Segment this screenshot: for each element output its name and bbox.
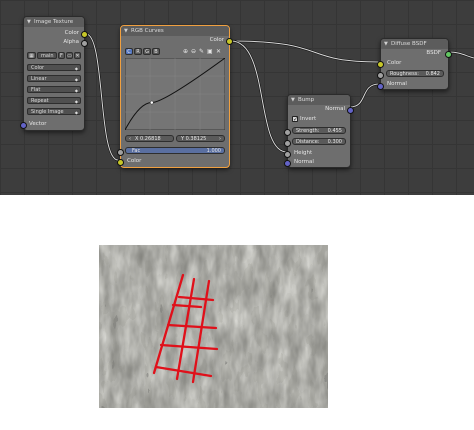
curve-graph[interactable]: [125, 58, 225, 130]
node-header[interactable]: ▼ RGB Curves: [121, 26, 229, 36]
input-color-socket[interactable]: [117, 159, 124, 166]
bump-texture-photo: [99, 245, 328, 408]
interpolation-select[interactable]: Linear ◆: [27, 75, 81, 82]
input-normal-label: Normal: [294, 159, 314, 165]
input-normal-socket[interactable]: [377, 83, 384, 90]
distance-field[interactable]: Distance: 0.300: [292, 138, 346, 145]
input-vector-socket[interactable]: [20, 122, 27, 129]
open-image-icon[interactable]: ▭: [66, 52, 73, 59]
color-space-select[interactable]: Color ◆: [27, 64, 81, 71]
bump-node[interactable]: ▼ Bump Normal ✓ Invert Strength: 0.455 Di…: [284, 94, 354, 168]
input-roughness-socket[interactable]: [377, 72, 384, 79]
node-title: Diffuse BSDF: [391, 41, 427, 47]
input-normal-socket[interactable]: [284, 160, 291, 167]
image-name-field[interactable]: main: [37, 52, 57, 59]
input-distance-socket[interactable]: [284, 140, 291, 147]
link-curves-color-to-diffuse-color: [230, 39, 380, 64]
output-color-socket[interactable]: [81, 31, 88, 38]
node-header[interactable]: ▼ Diffuse BSDF: [381, 39, 448, 49]
image-browse-icon[interactable]: ▦: [27, 52, 36, 59]
curve-y-field[interactable]: Y 0.38125 ›: [176, 135, 225, 142]
channel-b-button[interactable]: B: [152, 48, 160, 55]
output-color-label: Color: [64, 30, 79, 36]
projection-select[interactable]: Flat ◆: [27, 86, 81, 93]
dropdown-arrow-icon: ◆: [74, 66, 78, 71]
channel-c-button[interactable]: C: [125, 48, 133, 55]
node-title: RGB Curves: [131, 28, 164, 34]
extension-select[interactable]: Repeat ◆: [27, 97, 81, 104]
node-editor[interactable]: ▼ Image Texture Color Alpha ▦ main F ▭ ✕…: [0, 0, 474, 195]
input-color-socket[interactable]: [377, 61, 384, 68]
rgb-curves-node[interactable]: ▼ RGB Curves Color C R G B ⊕ ⊖ ✎ ▣ ✕ ‹ X …: [117, 25, 233, 168]
channel-r-button[interactable]: R: [134, 48, 142, 55]
roughness-field[interactable]: Roughness: 0.842: [386, 70, 444, 77]
curve-x-field[interactable]: ‹ X 0.26818: [125, 135, 174, 142]
input-color-label: Color: [127, 158, 142, 164]
curve-control-point[interactable]: [149, 100, 154, 105]
invert-label: Invert: [300, 116, 317, 122]
link-curves-color-to-bump-height: [230, 39, 288, 154]
collapse-icon[interactable]: ▼: [27, 20, 31, 25]
output-normal-socket[interactable]: [347, 107, 354, 114]
collapse-icon[interactable]: ▼: [384, 42, 388, 47]
output-normal-label: Normal: [325, 106, 345, 112]
texture-image: [99, 245, 328, 408]
input-strength-socket[interactable]: [284, 129, 291, 136]
decrement-arrow-icon[interactable]: ‹: [129, 136, 131, 142]
image-texture-node[interactable]: ▼ Image Texture Color Alpha ▦ main F ▭ ✕…: [20, 16, 88, 131]
dropdown-arrow-icon: ◆: [74, 99, 78, 104]
output-alpha-label: Alpha: [63, 39, 79, 45]
input-height-socket[interactable]: [284, 151, 291, 158]
node-title: Image Texture: [34, 19, 74, 25]
output-bsdf-socket[interactable]: [445, 51, 452, 58]
input-vector-label: Vector: [29, 121, 47, 127]
zoom-out-icon[interactable]: ⊖: [191, 48, 196, 55]
channel-g-button[interactable]: G: [143, 48, 151, 55]
collapse-icon[interactable]: ▼: [291, 98, 295, 103]
dropdown-arrow-icon: ◆: [74, 77, 78, 82]
node-header[interactable]: ▼ Image Texture: [24, 17, 84, 27]
clipping-icon[interactable]: ▣: [207, 48, 213, 55]
zoom-in-icon[interactable]: ⊕: [183, 48, 188, 55]
output-color-socket[interactable]: [226, 38, 233, 45]
increment-arrow-icon[interactable]: ›: [219, 136, 221, 142]
output-bsdf-label: BSDF: [426, 50, 441, 56]
delete-point-icon[interactable]: ✕: [216, 48, 221, 55]
node-header[interactable]: ▼ Bump: [288, 95, 350, 105]
source-select[interactable]: Single Image ◆: [27, 108, 81, 115]
invert-checkbox[interactable]: ✓: [292, 116, 298, 123]
input-color-label: Color: [387, 60, 402, 66]
collapse-icon[interactable]: ▼: [124, 29, 128, 34]
output-color-label: Color: [209, 37, 224, 43]
dropdown-arrow-icon: ◆: [74, 88, 78, 93]
fac-field[interactable]: Fac 1.000: [125, 147, 225, 154]
unlink-image-icon[interactable]: ✕: [74, 52, 81, 59]
strength-field[interactable]: Strength: 0.455: [292, 127, 346, 134]
input-fac-socket[interactable]: [117, 149, 124, 156]
fake-user-button[interactable]: F: [58, 52, 65, 59]
node-title: Bump: [298, 97, 315, 103]
wrench-icon[interactable]: ✎: [199, 48, 204, 55]
input-normal-label: Normal: [387, 81, 407, 87]
input-height-label: Height: [294, 150, 313, 156]
output-alpha-socket[interactable]: [81, 40, 88, 47]
dropdown-arrow-icon: ◆: [74, 110, 78, 115]
diffuse-bsdf-node[interactable]: ▼ Diffuse BSDF BSDF Color Roughness: 0.84…: [377, 38, 452, 90]
